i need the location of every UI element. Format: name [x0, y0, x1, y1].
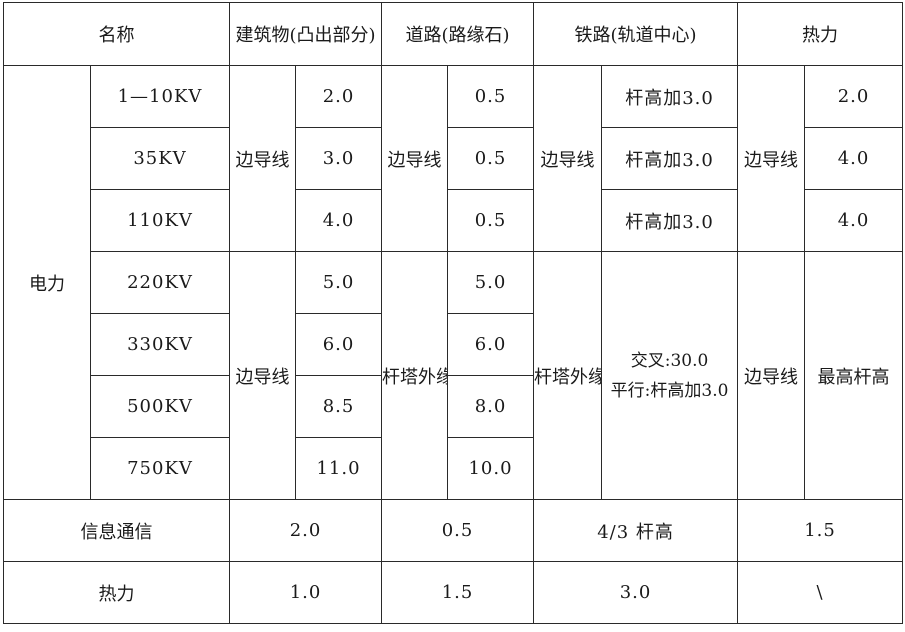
building-value: 6.0 [294, 313, 383, 376]
voltage-cell: 220KV [90, 251, 230, 314]
building-value: 11.0 [294, 437, 383, 500]
building-reference-high: 边导线 [229, 251, 296, 500]
building-reference-low: 边导线 [229, 65, 296, 252]
road-value: 0.5 [447, 189, 535, 252]
heat-value: 4.0 [804, 127, 904, 190]
road-value: 5.0 [447, 251, 535, 314]
railway-value: 杆高加3.0 [601, 189, 739, 252]
voltage-cell: 35KV [90, 127, 230, 190]
heat-row: 热力 1.0 1.5 3.0 \ [3, 561, 904, 624]
heat-railway: 3.0 [533, 561, 739, 624]
telecom-label: 信息通信 [3, 499, 230, 562]
power-category-label: 电力 [3, 65, 91, 500]
heat-building: 1.0 [228, 561, 383, 624]
road-reference-high: 杆塔外缘 [381, 251, 449, 500]
table-row: 220KV 边导线 5.0 杆塔外缘 5.0 杆塔外缘 交叉:30.0 平行:杆… [4, 251, 904, 500]
header-railway: 铁路(轨道中心) [533, 2, 739, 66]
header-row: 名称 建筑物(凸出部分) 道路(路缘石) 铁路(轨道中心) 热力 [3, 2, 904, 66]
heat-road: 1.5 [381, 561, 535, 624]
railway-value: 杆高加3.0 [601, 127, 739, 190]
heat-label: 热力 [3, 561, 230, 624]
telecom-building: 2.0 [228, 499, 383, 562]
railway-reference-low: 边导线 [533, 65, 603, 252]
voltage-cell: 110KV [90, 189, 230, 252]
voltage-cell: 1—10KV [90, 65, 230, 128]
heat-reference-high: 边导线 [737, 251, 806, 500]
building-value: 3.0 [294, 127, 383, 190]
telecom-railway: 4/3 杆高 [533, 499, 739, 562]
road-value: 10.0 [447, 437, 535, 500]
telecom-heat: 1.5 [737, 499, 904, 562]
distance-table-page: 名称 建筑物(凸出部分) 道路(路缘石) 铁路(轨道中心) 热力 电力 1—10… [0, 0, 905, 632]
road-value: 8.0 [447, 375, 535, 438]
road-value: 0.5 [447, 127, 535, 190]
building-value: 4.0 [294, 189, 383, 252]
header-road: 道路(路缘石) [381, 2, 535, 66]
header-heat: 热力 [737, 2, 904, 66]
heat-value-high: 最高杆高 [804, 251, 904, 500]
railway-parallel-value: 平行:杆高加3.0 [610, 380, 729, 401]
header-name: 名称 [3, 2, 230, 66]
railway-reference-high: 杆塔外缘 [533, 251, 603, 500]
heat-value: 2.0 [804, 65, 904, 128]
building-value: 8.5 [294, 375, 383, 438]
railway-value: 杆高加3.0 [601, 65, 739, 128]
voltage-cell: 500KV [90, 375, 230, 438]
telecom-row: 信息通信 2.0 0.5 4/3 杆高 1.5 [3, 499, 904, 562]
table-row: 电力 1—10KV 边导线 2.0 边导线 0.5 边导线 杆高加3.0 边导线… [3, 65, 904, 500]
voltage-cell: 330KV [90, 313, 230, 376]
heat-reference-low: 边导线 [737, 65, 806, 252]
railway-value-high: 交叉:30.0 平行:杆高加3.0 [601, 251, 739, 500]
header-building: 建筑物(凸出部分) [228, 2, 383, 66]
voltage-cell: 750KV [90, 437, 230, 500]
building-value: 5.0 [294, 251, 383, 314]
telecom-road: 0.5 [381, 499, 535, 562]
railway-cross-value: 交叉:30.0 [630, 350, 709, 371]
heat-value: 4.0 [804, 189, 904, 252]
clearance-distance-table: 名称 建筑物(凸出部分) 道路(路缘石) 铁路(轨道中心) 热力 电力 1—10… [3, 2, 904, 624]
road-value: 0.5 [447, 65, 535, 128]
road-reference-low: 边导线 [381, 65, 449, 252]
building-value: 2.0 [294, 65, 383, 128]
road-value: 6.0 [447, 313, 535, 376]
heat-heat: \ [737, 561, 904, 624]
